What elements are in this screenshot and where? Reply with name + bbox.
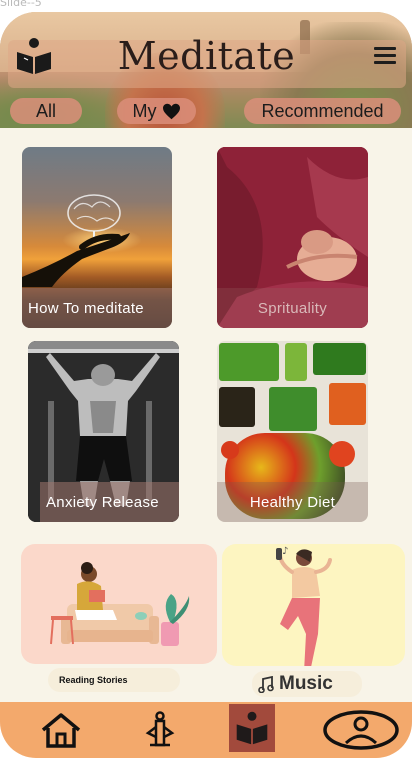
filter-all-button[interactable]: All	[10, 98, 82, 124]
bottom-nav	[0, 702, 412, 758]
card-label: How To meditate	[22, 288, 172, 328]
veg-spinach	[313, 343, 366, 375]
reading-illustration	[50, 562, 190, 646]
dancing-woman-illustration: ♪	[276, 546, 332, 666]
meditation-pose-icon	[145, 711, 175, 747]
card-reading-stories[interactable]	[21, 544, 217, 664]
home-icon	[41, 713, 81, 748]
veg-tomato	[221, 441, 239, 459]
veg-herbs	[285, 343, 307, 381]
frame-label: Slide--5	[0, 0, 42, 9]
filter-my-button[interactable]: My	[117, 98, 196, 124]
card-label: Healthy Diet	[217, 482, 368, 522]
book-reader-icon	[236, 711, 268, 745]
music-label-pill: Music	[252, 671, 362, 697]
page-title: Meditate	[117, 34, 296, 78]
user-profile-icon	[323, 710, 399, 750]
veg-lettuce	[219, 343, 279, 381]
nav-learn-button[interactable]	[229, 704, 275, 752]
card-spirituality[interactable]: Sprituality	[217, 147, 368, 328]
veg-carrots	[329, 383, 366, 425]
nav-home-button[interactable]	[38, 702, 84, 758]
card-label: Anxiety Release	[40, 482, 179, 522]
card-healthy-diet[interactable]: Healthy Diet	[217, 341, 368, 522]
hand-brain-illustration	[22, 194, 130, 287]
nav-profile-button[interactable]	[321, 702, 401, 758]
music-note-icon	[258, 675, 274, 693]
filter-recommended-button[interactable]: Recommended	[244, 98, 401, 124]
nav-meditation-button[interactable]	[138, 702, 182, 758]
card-anxiety-release[interactable]: Anxiety Release	[28, 341, 179, 522]
veg-tomato	[329, 441, 355, 467]
veg-beans	[219, 387, 255, 427]
hamburger-menu-icon[interactable]	[374, 47, 396, 65]
veg-broccoli	[269, 387, 317, 431]
header-banner: Meditate All My Recommended	[0, 12, 412, 128]
svg-text:♪: ♪	[282, 546, 288, 557]
heart-icon	[162, 103, 180, 119]
music-label: Music	[279, 673, 333, 694]
card-label: Sprituality	[217, 288, 368, 328]
card-music[interactable]: ♪	[222, 544, 405, 666]
filter-recommended-label: Recommended	[261, 100, 384, 121]
filter-all-label: All	[35, 100, 56, 121]
app-screen: Meditate All My Recommended How To medit…	[0, 12, 412, 758]
reading-stories-label: Reading Stories	[48, 668, 180, 692]
filter-my-label: My	[132, 100, 157, 121]
card-how-to-meditate[interactable]: How To meditate	[22, 147, 172, 328]
